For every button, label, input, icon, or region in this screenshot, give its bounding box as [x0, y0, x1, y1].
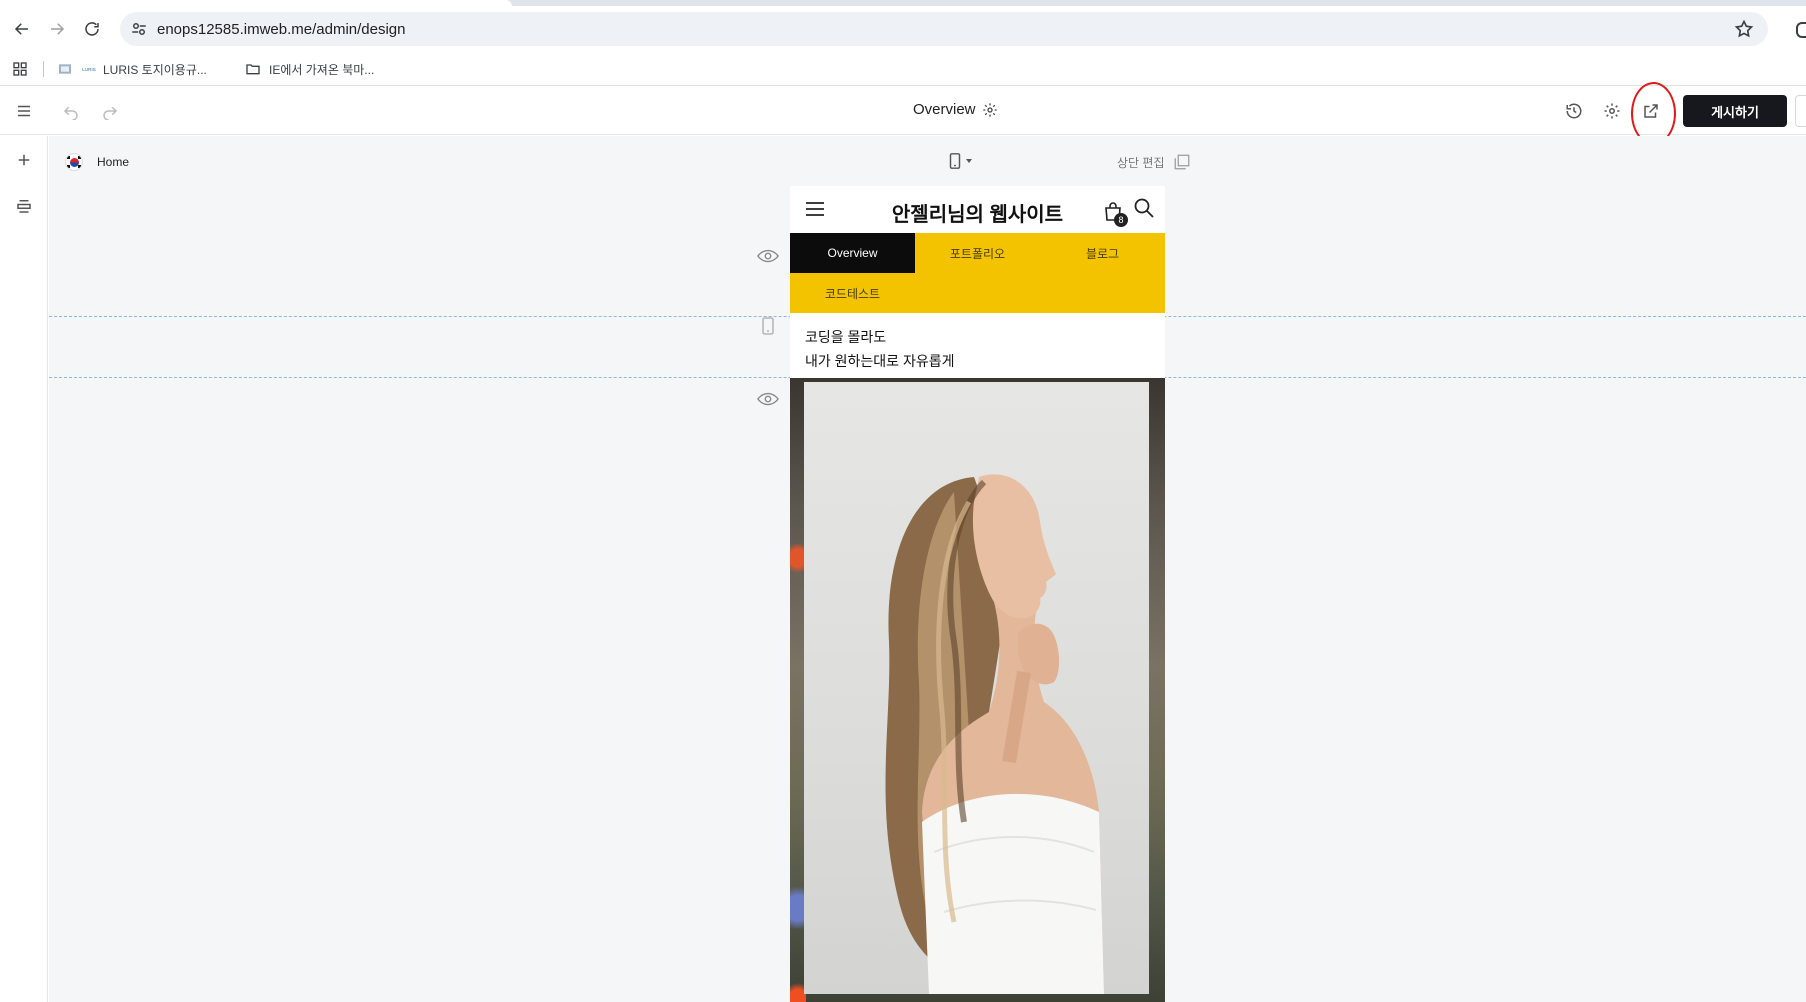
- nav-tab-portfolio[interactable]: 포트폴리오: [915, 233, 1040, 273]
- bookmark-ie-folder[interactable]: IE에서 가져온 북마...: [245, 60, 374, 78]
- settings-button[interactable]: [1602, 101, 1622, 121]
- page-name: Home: [97, 155, 130, 169]
- reload-icon: [85, 22, 99, 36]
- history-button[interactable]: [1564, 101, 1584, 121]
- chevron-down-icon: [966, 159, 972, 163]
- undo-button[interactable]: [61, 101, 81, 121]
- layers-icon: [17, 200, 31, 213]
- page-breadcrumb[interactable]: Home: [65, 153, 129, 171]
- hamburger-icon: [18, 105, 30, 117]
- hero-image-section[interactable]: [790, 378, 1165, 1002]
- mobile-device-icon: [949, 153, 961, 169]
- page-title: Overview: [913, 101, 976, 118]
- bookmark-luris[interactable]: LURIS LURIS 토지이용규...: [57, 60, 207, 78]
- arrow-right-icon: [51, 23, 65, 35]
- bookmark-star-icon[interactable]: [1734, 19, 1754, 39]
- copy-icon: [1174, 154, 1189, 170]
- more-button[interactable]: [1795, 95, 1806, 127]
- page-selector[interactable]: Overview: [913, 101, 998, 118]
- apps-button[interactable]: [12, 60, 36, 78]
- cart-count-badge: 8: [1114, 213, 1128, 227]
- left-sidebar: [0, 136, 48, 1002]
- eye-icon[interactable]: [757, 391, 779, 407]
- bookmark-label: IE에서 가져온 북마...: [269, 62, 375, 77]
- device-toggle[interactable]: [947, 152, 972, 170]
- text-section[interactable]: 코딩을 몰라도 내가 원하는대로 자유롭게: [790, 313, 1165, 375]
- bookmarks-bar: LURIS LURIS 토지이용규... IE에서 가져온 북마...: [0, 52, 1806, 86]
- profile-icon[interactable]: [1796, 22, 1806, 38]
- text-line: 내가 원하는대로 자유롭게: [805, 353, 955, 369]
- layers-button[interactable]: [14, 196, 34, 216]
- redo-button[interactable]: [100, 101, 120, 121]
- luris-logo-icon: LURIS: [82, 67, 96, 72]
- add-section-button[interactable]: [14, 150, 34, 170]
- hero-photo: [804, 382, 1149, 994]
- gear-icon[interactable]: [982, 102, 998, 118]
- site-navigation: Overview 포트폴리오 블로그 코드테스트: [790, 233, 1165, 313]
- address-bar[interactable]: enops12585.imweb.me/admin/design: [120, 12, 1768, 46]
- mobile-preview: 안젤리님의 웹사이트 8 Overview 포트폴리오 블로그 코드테스트 코딩…: [790, 186, 1165, 1002]
- bookmark-label: LURIS 토지이용규...: [103, 62, 207, 77]
- mobile-visibility-icon[interactable]: [761, 317, 775, 335]
- search-icon[interactable]: [1133, 197, 1155, 219]
- menu-button[interactable]: [14, 101, 34, 121]
- header-edit-button[interactable]: 상단 편집: [1117, 153, 1191, 171]
- reload-button[interactable]: [79, 16, 105, 42]
- site-header[interactable]: 안젤리님의 웹사이트 8: [790, 186, 1165, 233]
- plus-icon: [18, 154, 30, 166]
- back-button[interactable]: [9, 16, 35, 42]
- publish-button[interactable]: 게시하기: [1683, 95, 1787, 127]
- gear-icon: [1604, 103, 1620, 119]
- nav-tab-blog[interactable]: 블로그: [1040, 233, 1165, 273]
- editor-canvas: Home 상단 편집 안젤리님의 웹사이트 8 Overview 포트폴리오 블…: [49, 136, 1806, 1002]
- bookmarks-divider: [43, 61, 44, 77]
- luris-favicon-icon: [59, 64, 71, 74]
- url-text[interactable]: enops12585.imweb.me/admin/design: [157, 21, 406, 38]
- apps-grid-icon: [13, 62, 27, 76]
- header-edit-label: 상단 편집: [1117, 155, 1165, 170]
- site-settings-icon[interactable]: [130, 20, 148, 38]
- redo-icon: [103, 106, 118, 120]
- forward-button[interactable]: [44, 16, 70, 42]
- editor-toolbar: Overview 게시하기: [0, 87, 1806, 135]
- undo-icon: [63, 106, 78, 120]
- svg-text:LURIS: LURIS: [82, 67, 96, 72]
- woman-portrait-illustration: [885, 474, 1104, 994]
- nav-tab-overview[interactable]: Overview: [790, 233, 915, 273]
- eye-icon[interactable]: [757, 248, 779, 264]
- folder-icon: [246, 64, 260, 75]
- arrow-left-icon: [14, 23, 28, 35]
- text-line: 코딩을 몰라도: [805, 329, 887, 345]
- korea-flag-icon: [65, 153, 83, 171]
- nav-tab-code-test[interactable]: 코드테스트: [790, 273, 915, 313]
- history-icon: [1566, 103, 1582, 119]
- browser-toolbar: enops12585.imweb.me/admin/design: [0, 6, 1806, 52]
